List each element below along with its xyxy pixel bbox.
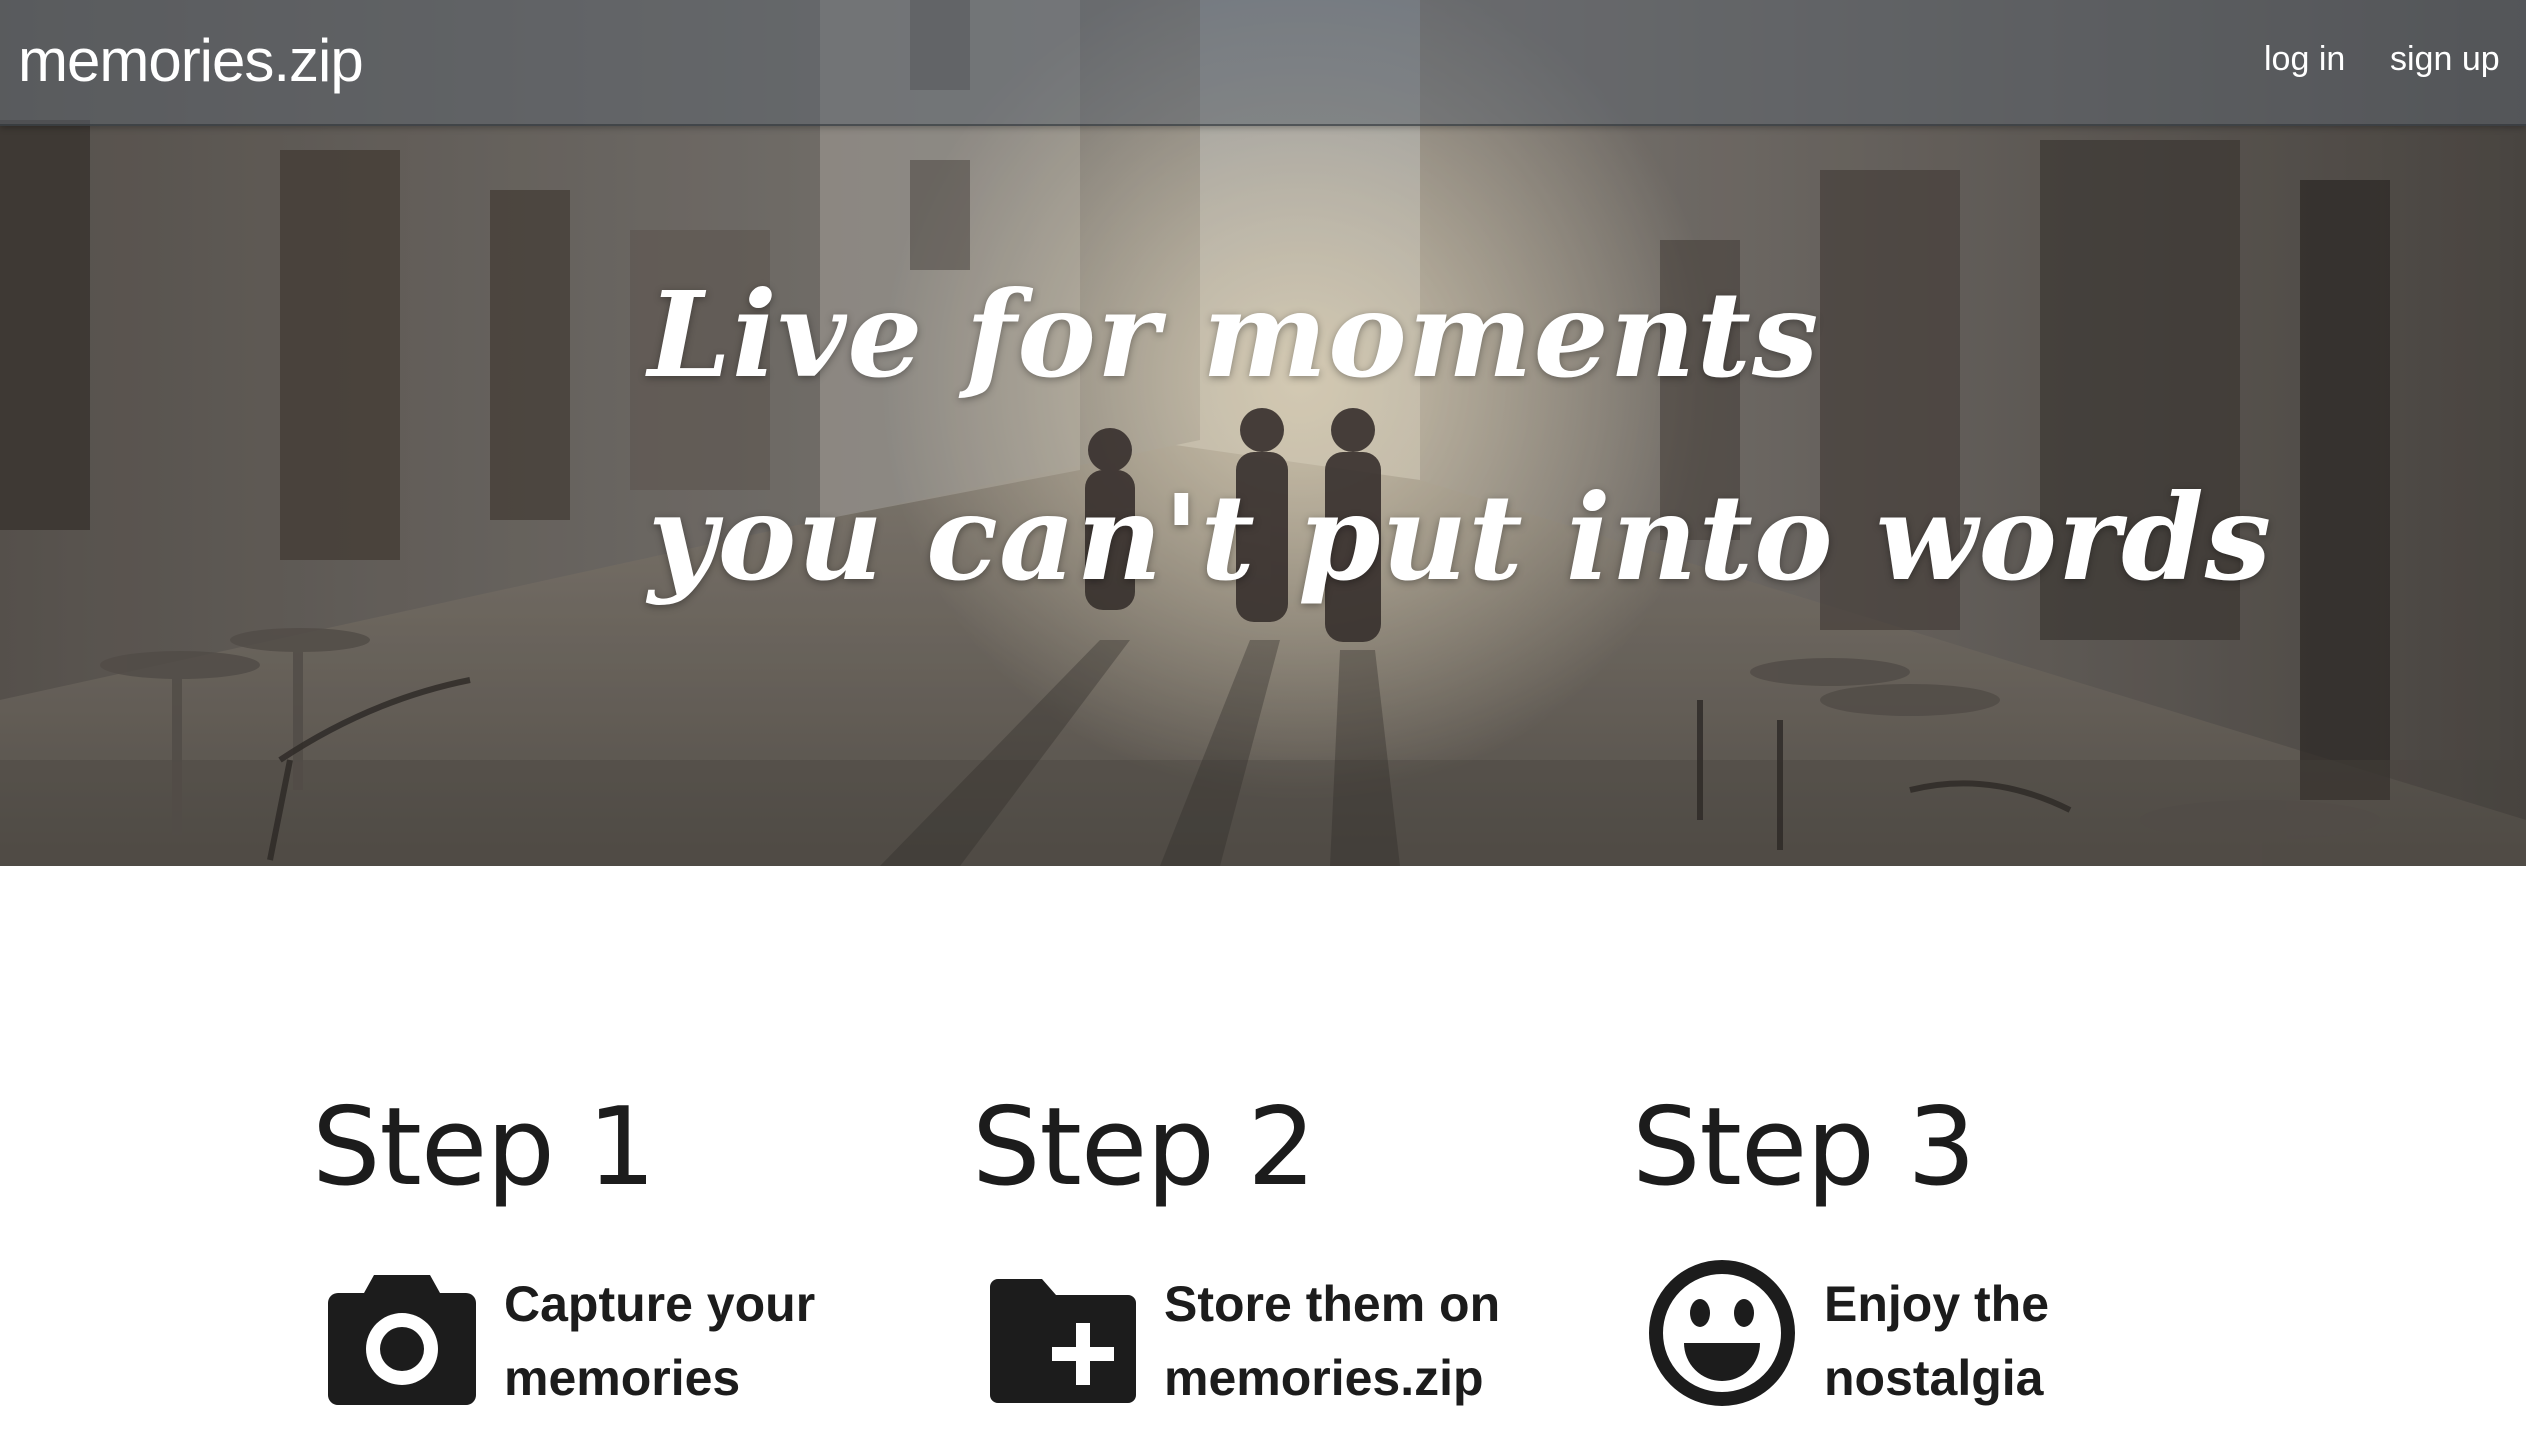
step-description: Capture your memories [504, 1276, 816, 1406]
folder-plus-icon [990, 1279, 1136, 1403]
login-link[interactable]: log in [2264, 40, 2345, 79]
hero-banner: memories.zip log in sign up Live for mom… [0, 0, 2526, 866]
step-card-1: Step 1 Capture your memories [312, 1085, 932, 1415]
step-title: Step 3 [1632, 1085, 1976, 1210]
camera-icon [328, 1275, 476, 1405]
signup-link[interactable]: sign up [2390, 40, 2500, 79]
step-description: Store them on memories.zip [1164, 1276, 1501, 1406]
hero-tagline-line-1: Live for moments [648, 265, 1820, 404]
brand-logo-link[interactable]: memories.zip [18, 26, 364, 95]
top-navbar: memories.zip log in sign up [0, 0, 2526, 126]
hero-tagline-line-2: you can't put into words [648, 468, 2273, 607]
smiley-icon [1649, 1260, 1795, 1406]
step-description: Enjoy the nostalgia [1824, 1276, 2050, 1406]
step-title: Step 2 [972, 1085, 1316, 1210]
step-title: Step 1 [312, 1085, 656, 1210]
hero-background-photo [0, 0, 2526, 866]
step-card-2: Step 2 Store them on memories.zip [972, 1085, 1592, 1415]
step-card-3: Step 3 Enjoy the nostalgia [1632, 1085, 2252, 1415]
